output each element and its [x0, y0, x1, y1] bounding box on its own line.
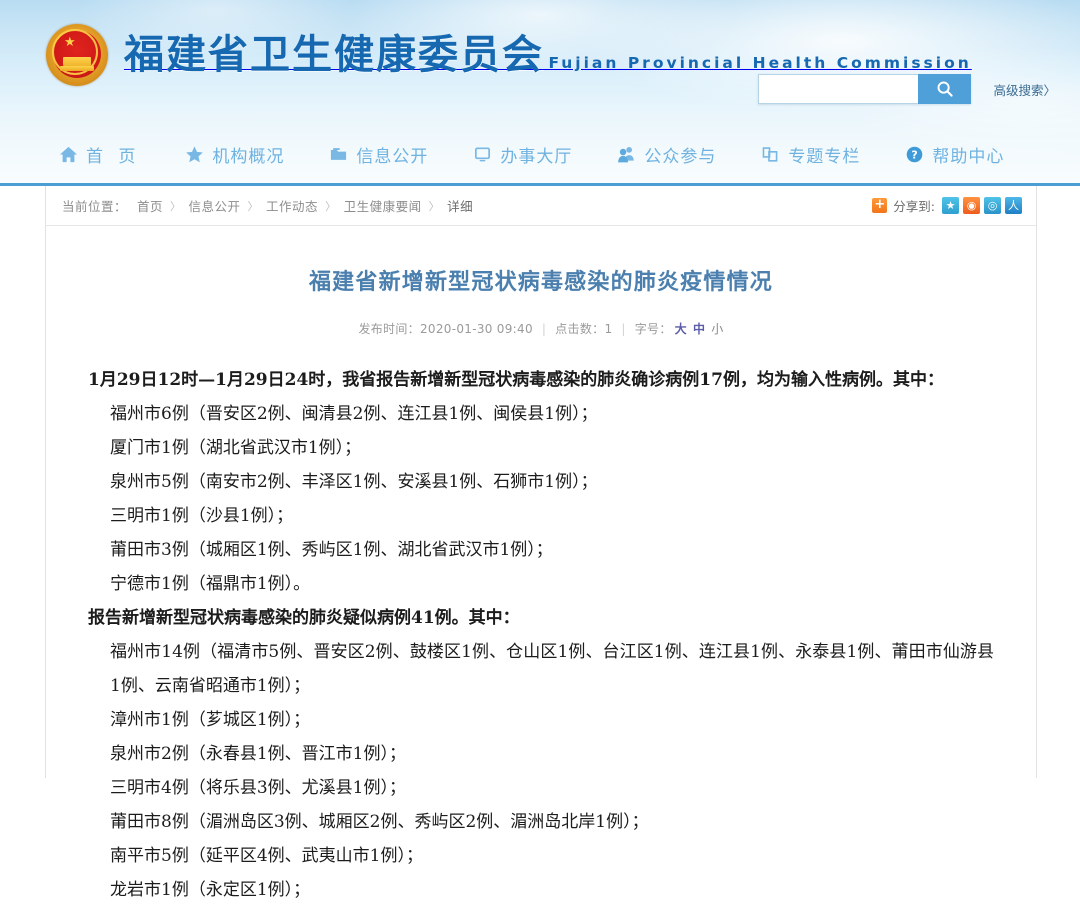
- nav-label: 机构概况: [212, 146, 285, 167]
- article-body: 1月29日12时—1月29日24时，我省报告新增新型冠状病毒感染的肺炎确诊病例1…: [46, 337, 1036, 907]
- nav-item-help-center[interactable]: ? 帮助中心: [904, 142, 1004, 167]
- monitor-icon: [472, 144, 493, 165]
- breadcrumb-item-home[interactable]: 首页: [137, 196, 163, 215]
- nav-item-organization[interactable]: 机构概况: [184, 142, 284, 167]
- search-input[interactable]: [758, 74, 919, 104]
- search-icon: [937, 81, 953, 97]
- page-body: 当前位置： 首页 〉 信息公开 〉 工作动态 〉 卫生健康要闻 〉 详细 + 分…: [0, 186, 1080, 900]
- site-title-block: 福建省卫生健康委员会 Fujian Provincial Health Comm…: [124, 31, 972, 78]
- content-panel: 当前位置： 首页 〉 信息公开 〉 工作动态 〉 卫生健康要闻 〉 详细 + 分…: [45, 186, 1037, 900]
- main-nav: 首 页 机构概况 信息公开 办事大厅 公众参与 专题专栏 ? 帮助中心: [0, 128, 1080, 180]
- breadcrumb-separator: 〉: [325, 199, 337, 213]
- nav-item-public-participation[interactable]: 公众参与: [616, 142, 716, 167]
- hits-label: 点击数：: [555, 321, 605, 336]
- article-paragraph: 1月29日12时—1月29日24时，我省报告新增新型冠状病毒感染的肺炎确诊病例1…: [88, 369, 944, 390]
- svg-text:?: ?: [912, 148, 918, 161]
- fontsize-small-button[interactable]: 小: [711, 322, 723, 336]
- article-paragraph: 厦门市1例（湖北省武汉市1例）；: [110, 437, 362, 458]
- search-box: [758, 74, 972, 104]
- breadcrumb-separator: 〉: [170, 199, 182, 213]
- emblem-gate: [60, 57, 94, 71]
- article-meta: 发布时间：2020-01-30 09:40 | 点击数：1 | 字号：大中小: [46, 299, 1036, 337]
- nav-item-home[interactable]: 首 页: [58, 142, 140, 167]
- page-title: 福建省新增新型冠状病毒感染的肺炎疫情情况: [308, 270, 773, 295]
- article-paragraph: 漳州市1例（芗城区1例）；: [110, 709, 311, 730]
- share-plus-icon[interactable]: +: [872, 198, 888, 213]
- fontsize-label: 字号：: [634, 321, 672, 336]
- breadcrumb-bar: 当前位置： 首页 〉 信息公开 〉 工作动态 〉 卫生健康要闻 〉 详细 + 分…: [46, 186, 1036, 226]
- weibo-icon[interactable]: ◉: [963, 197, 980, 214]
- fontsize-medium-button[interactable]: 中: [693, 322, 705, 336]
- question-circle-icon: ?: [904, 144, 925, 165]
- users-icon: [616, 144, 637, 165]
- nav-label: 信息公开: [356, 146, 429, 167]
- advanced-search-link[interactable]: 高级搜索〉: [993, 80, 1056, 99]
- meta-separator: |: [541, 321, 547, 336]
- meta-separator: |: [621, 321, 626, 336]
- breadcrumb-item-information-disclosure[interactable]: 信息公开: [189, 196, 241, 215]
- breadcrumb-separator: 〉: [428, 199, 441, 213]
- article-paragraph: 南平市5例（延平区4例、武夷山市1例）；: [110, 845, 423, 866]
- article-paragraph: 泉州市5例（南安市2例、丰泽区1例、安溪县1例、石狮市1例）；: [110, 471, 598, 492]
- breadcrumb: 当前位置： 首页 〉 信息公开 〉 工作动态 〉 卫生健康要闻 〉 详细: [62, 196, 473, 215]
- article-paragraph: 莆田市8例（湄洲岛区3例、城厢区2例、秀屿区2例、湄洲岛北岸1例）；: [110, 811, 649, 832]
- hits-value: 1: [604, 321, 613, 336]
- nav-item-service-hall[interactable]: 办事大厅: [472, 142, 572, 167]
- article: 福建省新增新型冠状病毒感染的肺炎疫情情况 发布时间：2020-01-30 09:…: [46, 226, 1036, 907]
- breadcrumb-item-work-news[interactable]: 工作动态: [266, 196, 318, 215]
- home-icon: [58, 144, 79, 165]
- article-paragraph: 莆田市3例（城厢区1例、秀屿区1例、湖北省武汉市1例）；: [110, 539, 553, 560]
- nav-label: 首 页: [86, 146, 141, 167]
- folder-icon: [328, 144, 349, 165]
- nav-label: 办事大厅: [500, 146, 573, 167]
- star-icon: [184, 144, 205, 165]
- share-label: 分享到:: [893, 199, 935, 214]
- national-emblem-icon: ★: [46, 24, 108, 86]
- breadcrumb-current: 详细: [447, 199, 474, 214]
- share-bar: + 分享到: ★ ◉ ◎ 人: [872, 196, 1026, 215]
- qq-icon[interactable]: ◎: [984, 197, 1001, 214]
- article-paragraph: 三明市1例（沙县1例）；: [110, 505, 294, 526]
- nav-label: 公众参与: [644, 146, 717, 167]
- nav-label: 帮助中心: [932, 146, 1005, 167]
- nav-label: 专题专栏: [788, 146, 861, 167]
- header-top: ★ 福建省卫生健康委员会 Fujian Provincial Health Co…: [0, 0, 1080, 130]
- site-title-cn: 福建省卫生健康委员会: [124, 31, 544, 78]
- nav-item-information-disclosure[interactable]: 信息公开: [328, 142, 428, 167]
- publish-time-label: 发布时间：: [358, 321, 420, 336]
- favorite-icon[interactable]: ★: [942, 197, 959, 214]
- article-paragraph: 福州市14例（福清市5例、晋安区2例、鼓楼区1例、仓山区1例、台江区1例、连江县…: [110, 641, 994, 696]
- article-paragraph: 福州市6例（晋安区2例、闽清县2例、连江县1例、闽侯县1例）；: [110, 403, 598, 424]
- site-title-en: Fujian Provincial Health Commission: [548, 53, 972, 72]
- article-paragraph: 泉州市2例（永春县1例、晋江市1例）；: [110, 743, 406, 764]
- search-area: 高级搜索〉: [758, 74, 1056, 104]
- site-header: ★ 福建省卫生健康委员会 Fujian Provincial Health Co…: [0, 0, 1080, 186]
- fontsize-large-button[interactable]: 大: [675, 322, 687, 336]
- breadcrumb-item-health-headlines[interactable]: 卫生健康要闻: [344, 196, 422, 215]
- publish-time-value: 2020-01-30 09:40: [419, 321, 533, 336]
- breadcrumb-separator: 〉: [247, 199, 260, 213]
- nav-item-special-columns[interactable]: 专题专栏: [760, 142, 860, 167]
- article-paragraph: 报告新增新型冠状病毒感染的肺炎疑似病例41例。其中：: [88, 607, 520, 628]
- breadcrumb-label: 当前位置：: [62, 199, 128, 214]
- renren-icon[interactable]: 人: [1005, 197, 1022, 214]
- pages-icon: [760, 144, 781, 165]
- article-paragraph: 宁德市1例（福鼎市1例）。: [110, 573, 311, 594]
- article-paragraph: 三明市4例（将乐县3例、尤溪县1例）；: [110, 777, 406, 798]
- article-paragraph: 龙岩市1例（永定区1例）；: [110, 879, 311, 900]
- search-button[interactable]: [918, 74, 972, 104]
